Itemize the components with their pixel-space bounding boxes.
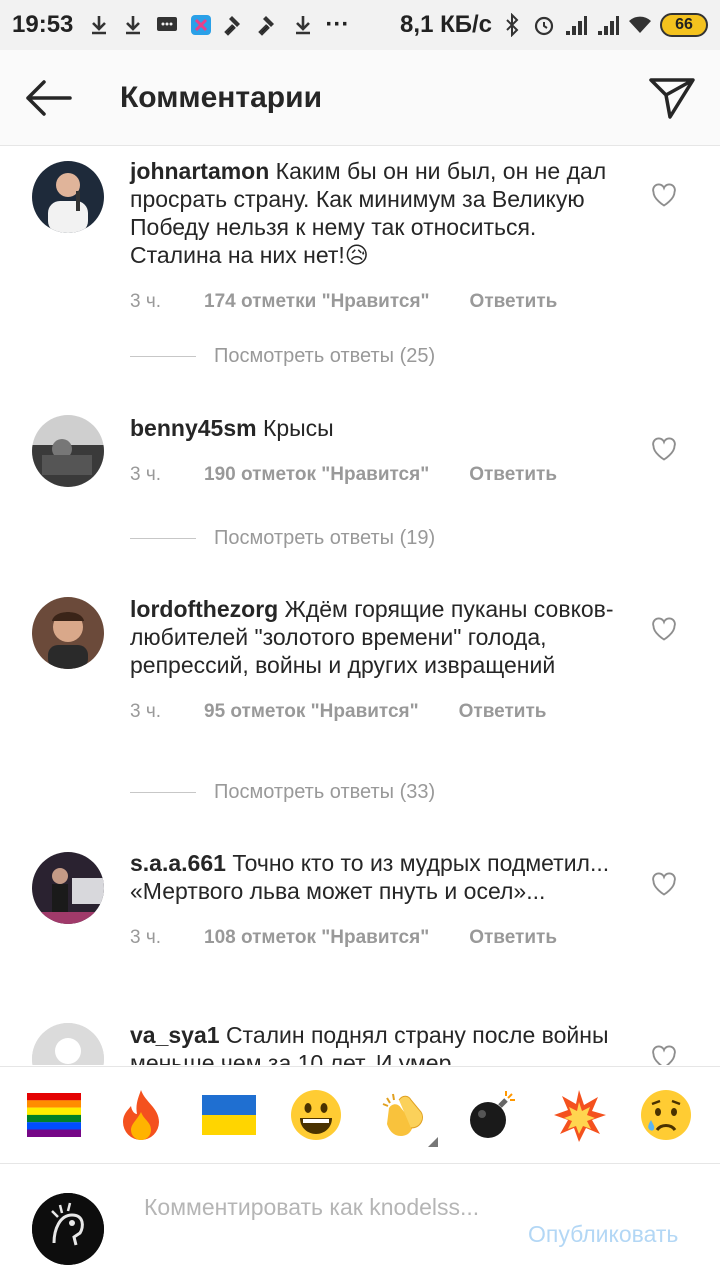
publish-button[interactable]: Опубликовать: [528, 1221, 678, 1248]
replies-divider: [130, 792, 196, 793]
heart-icon[interactable]: [650, 181, 678, 209]
reply-button[interactable]: Ответить: [470, 291, 558, 313]
reply-button[interactable]: Ответить: [469, 927, 557, 949]
avatar[interactable]: [32, 852, 104, 924]
rainbow-flag-icon[interactable]: [26, 1087, 82, 1143]
comment-input[interactable]: Комментировать как knodelss...: [144, 1193, 504, 1221]
avatar[interactable]: [32, 597, 104, 669]
grinning-face-icon[interactable]: [288, 1087, 344, 1143]
notification-icons: ···: [87, 11, 400, 39]
comment-text: va_sya1 Сталин поднял страну после войны…: [130, 1021, 630, 1065]
reply-button[interactable]: Ответить: [469, 464, 557, 486]
signal-icon: [598, 16, 619, 35]
comment-body: Крысы: [262, 415, 334, 441]
status-bar: 19:53 ··· 8,1 КБ/с 66: [0, 0, 720, 50]
comment-composer: Комментировать как knodelss... Опубликов…: [0, 1165, 720, 1280]
emoji-quick-bar: [0, 1066, 720, 1164]
app-icon: [191, 15, 212, 35]
comment-meta: 3 ч. 108 отметок "Нравится" Ответить: [130, 927, 630, 949]
fire-icon[interactable]: [113, 1087, 169, 1143]
comment-time: 3 ч.: [130, 701, 162, 722]
comment-time: 3 ч.: [130, 464, 162, 485]
replies-divider: [130, 356, 196, 357]
more-notifications: ···: [325, 11, 350, 38]
top-app-bar: Комментарии: [0, 50, 720, 146]
avatar[interactable]: [32, 161, 104, 233]
comment-time: 3 ч.: [130, 291, 162, 312]
bluetooth-icon: [506, 13, 519, 37]
view-replies-label: Посмотреть ответы (33): [214, 781, 436, 803]
view-replies-label: Посмотреть ответы (19): [214, 527, 436, 549]
clapping-hands-icon[interactable]: [376, 1087, 438, 1147]
gavel-icon: [224, 16, 241, 36]
reply-button[interactable]: Ответить: [459, 701, 547, 723]
collision-icon[interactable]: [551, 1087, 607, 1143]
comment-username[interactable]: lordofthezorg: [130, 596, 278, 622]
ukraine-flag-icon[interactable]: [201, 1087, 257, 1143]
heart-icon[interactable]: [650, 435, 678, 463]
current-user-avatar: [32, 1193, 104, 1265]
download-icon: [296, 16, 311, 35]
comment-username[interactable]: benny45sm: [130, 415, 257, 441]
heart-icon[interactable]: [650, 1043, 678, 1065]
comment-time: 3 ч.: [130, 927, 162, 948]
message-icon: [157, 17, 178, 31]
bomb-icon[interactable]: [463, 1087, 519, 1143]
skin-tone-indicator: [427, 1137, 438, 1147]
view-replies-button[interactable]: Посмотреть ответы (25): [130, 345, 435, 368]
comment-username[interactable]: va_sya1: [130, 1022, 220, 1048]
comment-meta: 3 ч. 190 отметок "Нравится" Ответить: [130, 464, 630, 486]
arrow-left-icon: [26, 79, 72, 116]
replies-divider: [130, 538, 196, 539]
gavel-icon: [258, 16, 275, 36]
comment-likes[interactable]: 108 отметок "Нравится": [204, 927, 429, 949]
comment-text: lordofthezorg Ждём горящие пуканы совков…: [130, 595, 630, 679]
network-speed: 8,1 КБ/с: [400, 11, 492, 38]
comment-meta: 3 ч. 95 отметок "Нравится" Ответить: [130, 701, 630, 723]
comment-text: johnartamon Каким бы он ни был, он не да…: [130, 157, 630, 269]
alarm-icon: [534, 16, 554, 36]
comment-likes[interactable]: 174 отметки "Нравится": [204, 291, 430, 313]
download-icon: [92, 16, 107, 35]
back-button[interactable]: [0, 50, 96, 146]
page-title: Комментарии: [120, 80, 323, 114]
view-replies-button[interactable]: Посмотреть ответы (19): [130, 527, 435, 550]
comment-text: benny45sm Крысы: [130, 414, 630, 442]
comment-username[interactable]: johnartamon: [130, 158, 269, 184]
status-time: 19:53: [12, 11, 74, 38]
comment-likes[interactable]: 95 отметок "Нравится": [204, 701, 419, 723]
battery-icon: 66: [660, 13, 708, 37]
avatar[interactable]: [32, 415, 104, 487]
avatar[interactable]: [32, 1023, 104, 1065]
send-icon: [649, 77, 695, 119]
comment-meta: 3 ч. 174 отметки "Нравится" Ответить: [130, 291, 630, 313]
system-icons: 8,1 КБ/с 66: [400, 11, 708, 39]
heart-icon[interactable]: [650, 870, 678, 898]
download-icon: [126, 16, 141, 35]
view-replies-button[interactable]: Посмотреть ответы (33): [130, 781, 435, 804]
direct-share-button[interactable]: [624, 50, 720, 146]
signal-icon: [566, 16, 587, 35]
comment-likes[interactable]: 190 отметок "Нравится": [204, 464, 429, 486]
view-replies-label: Посмотреть ответы (25): [214, 345, 436, 367]
comment-text: s.a.a.661 Точно кто то из мудрых подмети…: [130, 849, 630, 905]
crying-face-icon[interactable]: [638, 1087, 694, 1143]
heart-icon[interactable]: [650, 615, 678, 643]
comment-username[interactable]: s.a.a.661: [130, 850, 226, 876]
comments-list[interactable]: johnartamon Каким бы он ни был, он не да…: [0, 147, 720, 1065]
wifi-icon: [629, 16, 651, 33]
